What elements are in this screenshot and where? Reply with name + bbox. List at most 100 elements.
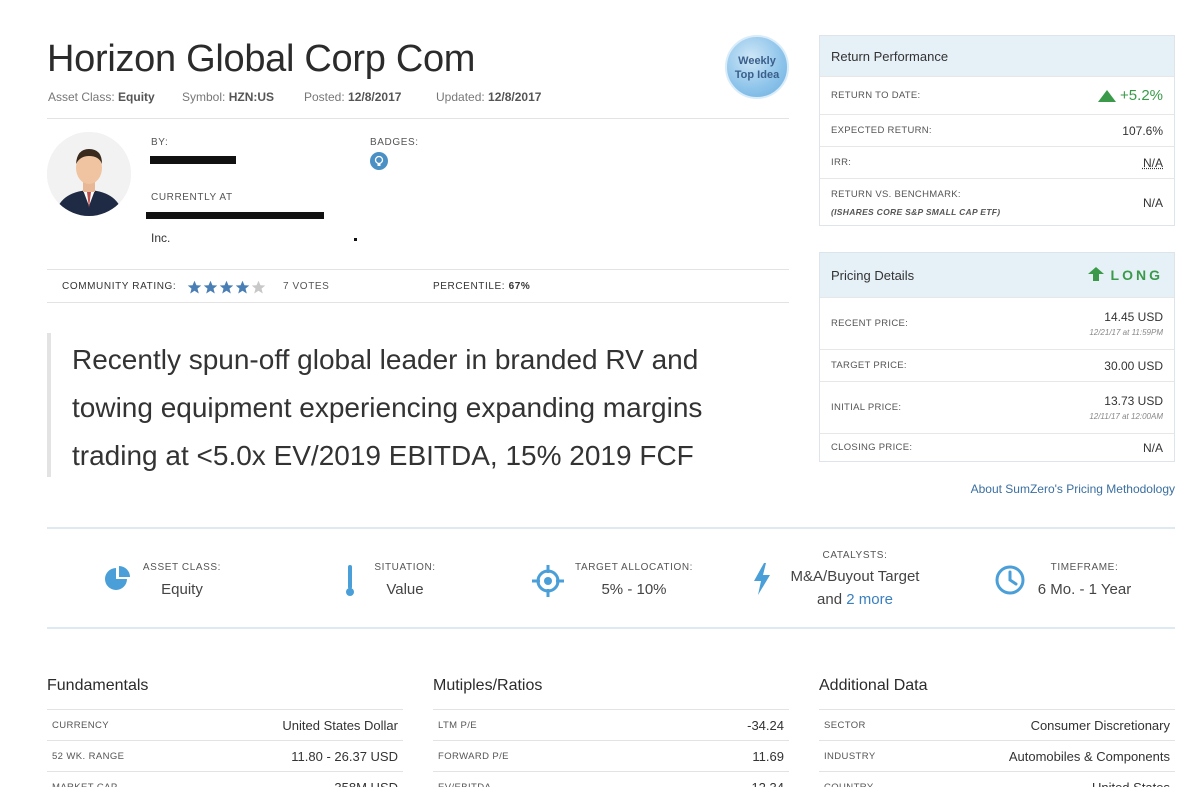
initial-price-row: INITIAL PRICE: 13.73 USD 12/11/17 at 12:… bbox=[820, 381, 1174, 433]
return-to-date-row: RETURN TO DATE: +5.2% bbox=[820, 76, 1174, 114]
recent-price-value: 14.45 USD bbox=[1104, 310, 1163, 324]
company-suffix: Inc. bbox=[151, 231, 171, 245]
up-arrow-icon bbox=[1087, 267, 1104, 281]
return-to-date-value: +5.2% bbox=[1120, 87, 1163, 104]
table-row: CURRENCY United States Dollar bbox=[47, 709, 403, 740]
updated-value: 12/8/2017 bbox=[488, 90, 542, 104]
pricing-methodology-link[interactable]: About SumZero's Pricing Methodology bbox=[971, 482, 1175, 496]
table-row-label: SECTOR bbox=[824, 719, 866, 731]
table-row-value: 11.69 bbox=[752, 748, 784, 764]
table-row-label: 52 WK. RANGE bbox=[52, 750, 125, 762]
target-price-value: 30.00 USD bbox=[1104, 358, 1163, 373]
lightning-icon bbox=[752, 563, 772, 600]
currently-at-label: CURRENTLY AT bbox=[151, 192, 233, 203]
quote-bar bbox=[47, 333, 51, 477]
meta-symbol: Symbol: HZN:US bbox=[182, 90, 275, 104]
table-row: COUNTRY United States bbox=[819, 771, 1175, 787]
table-row-label: CURRENCY bbox=[52, 719, 110, 731]
table-row: EV/EBITDA 12.34 bbox=[433, 771, 789, 787]
table-row-value: Automobiles & Components bbox=[1008, 748, 1170, 764]
additional-data-title: Additional Data bbox=[819, 677, 928, 694]
divider bbox=[47, 627, 1175, 629]
long-position-indicator: LONG bbox=[1087, 267, 1163, 283]
table-row: FORWARD P/E 11.69 bbox=[433, 740, 789, 771]
weekly-top-idea-badge[interactable]: Weekly Top Idea bbox=[725, 35, 789, 99]
badges-label: BADGES: bbox=[370, 137, 419, 148]
table-row-value: United States bbox=[1091, 779, 1170, 787]
summary-catalysts: CATALYSTS: M&A/Buyout Target and 2 more bbox=[780, 550, 930, 608]
fundamentals-title: Fundamentals bbox=[47, 677, 149, 694]
star-filled-icon[interactable] bbox=[235, 280, 250, 295]
thesis-quote: Recently spun-off global leader in brand… bbox=[72, 344, 703, 471]
closing-price-row: CLOSING PRICE: N/A bbox=[820, 433, 1174, 461]
redaction-dot bbox=[354, 238, 357, 241]
meta-updated: Updated: 12/8/2017 bbox=[436, 90, 542, 104]
pricing-details-title: Pricing Details bbox=[831, 267, 915, 283]
summary-catalysts-value: M&A/Buyout Target bbox=[790, 568, 920, 585]
table-row: MARKET CAP 358M USD bbox=[47, 771, 403, 787]
meta-posted: Posted: 12/8/2017 bbox=[304, 90, 402, 104]
table-row-value: 358M USD bbox=[334, 779, 398, 787]
pie-chart-icon bbox=[103, 565, 131, 598]
table-row: 52 WK. RANGE 11.80 - 26.37 USD bbox=[47, 740, 403, 771]
votes-count[interactable]: 7 VOTES bbox=[283, 281, 329, 292]
redacted-author-name bbox=[150, 156, 236, 164]
star-rating[interactable] bbox=[187, 279, 267, 297]
star-filled-icon[interactable] bbox=[187, 280, 202, 295]
table-row-value: 12.34 bbox=[751, 779, 784, 787]
summary-target-allocation: TARGET ALLOCATION: 5% - 10% bbox=[575, 562, 694, 598]
summary-asset-class-value: Equity bbox=[161, 581, 203, 598]
redacted-company bbox=[146, 212, 324, 219]
divider bbox=[47, 269, 789, 270]
recent-price-row: RECENT PRICE: 14.45 USD 12/21/17 at 11:5… bbox=[820, 297, 1174, 349]
table-row-label: FORWARD P/E bbox=[438, 750, 509, 762]
multiples-title: Mutiples/Ratios bbox=[433, 677, 543, 694]
summary-asset-class: ASSET CLASS: Equity bbox=[142, 562, 222, 598]
star-filled-icon[interactable] bbox=[203, 280, 218, 295]
initial-price-timestamp: 12/11/17 at 12:00AM bbox=[1089, 412, 1163, 421]
summary-situation-value: Value bbox=[386, 581, 424, 598]
avatar[interactable] bbox=[47, 132, 131, 216]
divider bbox=[47, 302, 789, 303]
table-row: LTM P/E -34.24 bbox=[433, 709, 789, 740]
summary-target-allocation-value: 5% - 10% bbox=[601, 581, 667, 598]
divider bbox=[47, 527, 1175, 529]
table-row-label: EV/EBITDA bbox=[438, 781, 492, 787]
summary-timeframe-value: 6 Mo. - 1 Year bbox=[1037, 581, 1132, 598]
table-row: SECTOR Consumer Discretionary bbox=[819, 709, 1175, 740]
community-rating: COMMUNITY RATING: bbox=[62, 281, 176, 292]
recent-price-timestamp: 12/21/17 at 11:59PM bbox=[1089, 328, 1163, 337]
thermometer-icon bbox=[343, 563, 357, 602]
target-price-row: TARGET PRICE: 30.00 USD bbox=[820, 349, 1174, 381]
posted-value: 12/8/2017 bbox=[348, 90, 402, 104]
initial-price-value: 13.73 USD bbox=[1104, 394, 1163, 408]
table-row-label: LTM P/E bbox=[438, 719, 478, 731]
table-row-label: COUNTRY bbox=[824, 781, 874, 787]
up-triangle-icon bbox=[1097, 90, 1116, 103]
table-row-label: MARKET CAP bbox=[52, 781, 118, 787]
page-title: Horizon Global Corp Com bbox=[47, 38, 476, 80]
return-vs-benchmark-value: N/A bbox=[1142, 195, 1163, 210]
return-performance-header: Return Performance bbox=[820, 36, 1174, 76]
community-rating-label: COMMUNITY RATING: bbox=[62, 281, 177, 292]
asset-class-value: Equity bbox=[118, 90, 155, 104]
table-row-value: Consumer Discretionary bbox=[1030, 717, 1170, 733]
star-empty-icon[interactable] bbox=[251, 280, 266, 295]
expected-return-value: 107.6% bbox=[1122, 123, 1163, 138]
irr-row: IRR: N/A bbox=[820, 146, 1174, 178]
return-performance-panel: Return Performance RETURN TO DATE: +5.2%… bbox=[819, 35, 1175, 226]
more-catalysts-link[interactable]: 2 more bbox=[846, 591, 893, 608]
crosshair-icon bbox=[532, 565, 564, 602]
summary-timeframe: TIMEFRAME: 6 Mo. - 1 Year bbox=[1037, 562, 1132, 598]
lightbulb-badge-icon[interactable] bbox=[370, 152, 388, 170]
irr-value[interactable]: N/A bbox=[1143, 156, 1163, 170]
star-filled-icon[interactable] bbox=[219, 280, 234, 295]
symbol-value: HZN:US bbox=[228, 90, 275, 104]
divider bbox=[47, 118, 789, 119]
table-row: INDUSTRY Automobiles & Components bbox=[819, 740, 1175, 771]
summary-situation: SITUATION: Value bbox=[370, 562, 440, 598]
pricing-details-panel: Pricing Details LONG RECENT PRICE: 14.45… bbox=[819, 252, 1175, 462]
percentile-value: 67% bbox=[508, 281, 531, 292]
pricing-details-header: Pricing Details LONG bbox=[820, 253, 1174, 297]
percentile: PERCENTILE: 67% bbox=[433, 281, 531, 292]
